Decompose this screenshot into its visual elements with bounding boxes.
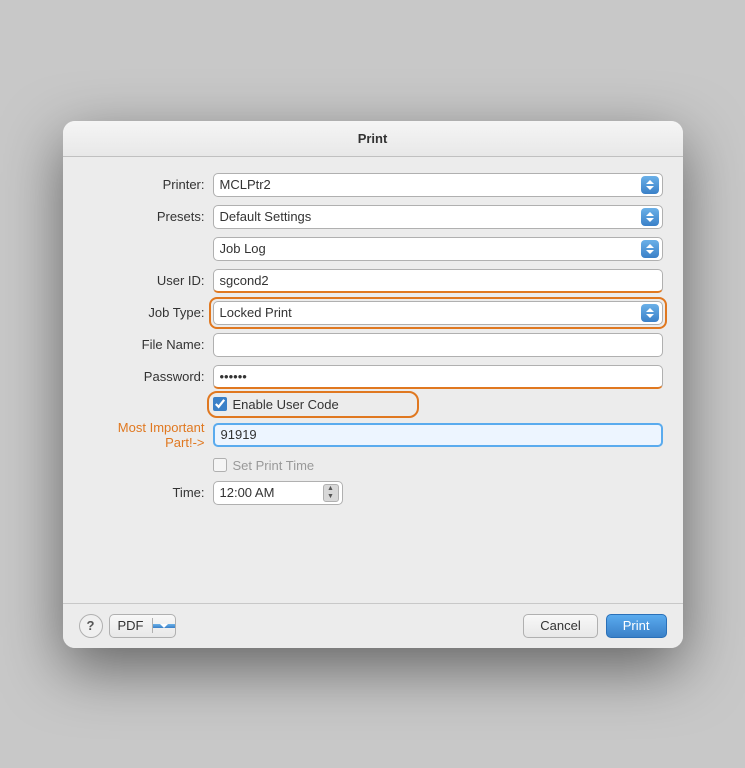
job-type-label: Job Type:	[83, 305, 213, 320]
presets-row: Presets: Default Settings	[83, 205, 663, 229]
user-id-control	[213, 269, 663, 293]
spacer	[83, 513, 663, 593]
job-type-row: Job Type: Locked Print	[83, 301, 663, 325]
file-name-control	[213, 333, 663, 357]
password-label: Password:	[83, 369, 213, 384]
printer-select-wrapper: MCLPtr2	[213, 173, 663, 197]
dialog-title: Print	[358, 131, 388, 146]
printer-select[interactable]: MCLPtr2	[213, 173, 663, 197]
dialog-body: Printer: MCLPtr2 Presets:	[63, 157, 683, 603]
cancel-button[interactable]: Cancel	[523, 614, 597, 638]
dialog-footer: ? PDF Cancel Print	[63, 603, 683, 648]
set-print-time-checkbox[interactable]	[213, 458, 227, 472]
printer-control: MCLPtr2	[213, 173, 663, 197]
enable-user-code-checkbox[interactable]	[213, 397, 227, 411]
presets-select[interactable]: Default Settings	[213, 205, 663, 229]
panel-select-wrapper: Job Log	[213, 237, 663, 261]
set-print-time-label: Set Print Time	[233, 458, 315, 473]
time-label: Time:	[83, 485, 213, 500]
print-dialog: Print Printer: MCLPtr2 Presets:	[63, 121, 683, 648]
enable-user-code-label: Enable User Code	[233, 397, 339, 412]
user-id-input[interactable]	[213, 269, 663, 293]
password-row: Password:	[83, 365, 663, 389]
job-type-control: Locked Print	[213, 301, 663, 325]
printer-row: Printer: MCLPtr2	[83, 173, 663, 197]
user-id-row: User ID:	[83, 269, 663, 293]
help-button[interactable]: ?	[79, 614, 103, 638]
password-control	[213, 365, 663, 389]
printer-label: Printer:	[83, 177, 213, 192]
time-control: ▲ ▼	[213, 481, 663, 505]
time-row: Time: ▲ ▼	[83, 481, 663, 505]
user-code-control	[213, 423, 663, 447]
enable-user-code-wrapper: Enable User Code	[213, 397, 339, 412]
job-type-select-wrapper: Locked Print	[213, 301, 663, 325]
presets-select-wrapper: Default Settings	[213, 205, 663, 229]
time-stepper[interactable]: ▲ ▼	[323, 484, 339, 502]
job-type-select[interactable]: Locked Print	[213, 301, 663, 325]
pdf-arrow-icon	[153, 624, 175, 628]
set-print-time-row: Set Print Time	[83, 458, 663, 473]
presets-control: Default Settings	[213, 205, 663, 229]
presets-label: Presets:	[83, 209, 213, 224]
user-code-input[interactable]	[213, 423, 663, 447]
print-button[interactable]: Print	[606, 614, 667, 638]
time-input-wrapper: ▲ ▼	[213, 481, 343, 505]
file-name-input[interactable]	[213, 333, 663, 357]
enable-user-code-row: Enable User Code	[83, 397, 663, 412]
panel-select[interactable]: Job Log	[213, 237, 663, 261]
password-input[interactable]	[213, 365, 663, 389]
footer-right: Cancel Print	[523, 614, 666, 638]
pdf-label: PDF	[110, 618, 153, 633]
user-code-important-label: Most Important Part!->	[83, 420, 213, 450]
panel-row: Job Log	[83, 237, 663, 261]
time-stepper-down-button[interactable]: ▼	[324, 493, 338, 501]
user-code-row: Most Important Part!->	[83, 420, 663, 450]
time-stepper-up-button[interactable]: ▲	[324, 485, 338, 493]
file-name-label: File Name:	[83, 337, 213, 352]
pdf-button[interactable]: PDF	[109, 614, 176, 638]
footer-left: ? PDF	[79, 614, 176, 638]
file-name-row: File Name:	[83, 333, 663, 357]
user-id-label: User ID:	[83, 273, 213, 288]
panel-control: Job Log	[213, 237, 663, 261]
dialog-title-bar: Print	[63, 121, 683, 157]
